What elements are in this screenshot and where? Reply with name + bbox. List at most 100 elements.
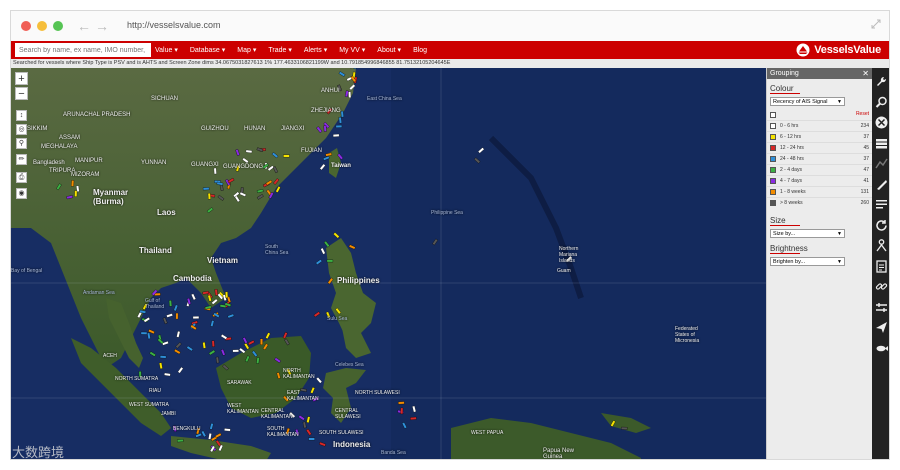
label-riau: RIAU (149, 388, 161, 394)
vessel-marker[interactable] (213, 167, 217, 175)
layers-icon[interactable] (874, 136, 889, 151)
person-icon[interactable] (874, 238, 889, 253)
legend-swatch-checkbox[interactable] (770, 134, 776, 140)
pan-icon[interactable]: ↕ (16, 110, 27, 121)
minimize-window-dot[interactable] (37, 21, 47, 31)
maximize-window-dot[interactable] (53, 21, 63, 31)
colour-select[interactable]: Recency of AIS Signal ▼ (770, 97, 845, 106)
legend-label: 24 - 48 hrs (780, 156, 804, 162)
reset-link[interactable]: Reset (856, 111, 869, 117)
document-icon[interactable] (874, 259, 889, 274)
legend-row[interactable]: 4 - 7 days 41 (767, 175, 872, 186)
vessel-marker[interactable] (323, 125, 327, 132)
vessel-marker[interactable] (224, 428, 231, 432)
link-icon[interactable] (874, 279, 889, 294)
vessel-marker[interactable] (211, 340, 215, 347)
vessel-marker[interactable] (283, 154, 290, 158)
pin-icon[interactable]: ◉ (16, 188, 27, 199)
legend-swatch-checkbox[interactable] (770, 200, 776, 206)
vessel-marker[interactable] (326, 259, 334, 263)
back-arrow-icon[interactable]: ← (77, 18, 91, 34)
fish-icon[interactable] (874, 341, 889, 356)
draw-icon[interactable]: ✏ (16, 154, 27, 165)
legend-row[interactable]: > 8 weeks 260 (767, 197, 872, 208)
vessel-map[interactable]: + − ↕ ◎ ⚲ ✏ ⎙ ◉ SICHUAN ANHUI ZHEJIANG A… (11, 68, 766, 459)
vessel-marker[interactable] (338, 116, 343, 124)
ruler-icon[interactable] (874, 300, 889, 315)
vessel-marker[interactable] (335, 124, 343, 128)
vessel-marker[interactable] (621, 426, 628, 430)
legend-swatch-checkbox[interactable] (770, 178, 776, 184)
zoom-in-button[interactable]: + (15, 72, 28, 85)
legend-row[interactable]: 0 - 6 hrs 234 (767, 120, 872, 131)
vessel-marker[interactable] (232, 349, 239, 353)
route-icon[interactable] (874, 156, 889, 171)
vessel-marker[interactable] (192, 316, 200, 319)
select-all-checkbox[interactable] (770, 112, 776, 118)
legend-row[interactable]: 24 - 48 hrs 37 (767, 153, 872, 164)
legend-label: 0 - 6 hrs (780, 123, 799, 129)
legend-swatch-checkbox[interactable] (770, 189, 776, 195)
refresh-icon[interactable] (874, 218, 889, 233)
legend-row[interactable]: 12 - 24 hrs 45 (767, 142, 872, 153)
label-meghalaya: MEGHALAYA (41, 144, 78, 150)
menu-item-4[interactable]: Alerts ▾ (304, 46, 327, 54)
vessel-marker[interactable] (202, 187, 210, 191)
zoom-box-icon[interactable]: ⚲ (16, 138, 27, 149)
size-section-rule (770, 225, 800, 226)
list-icon[interactable] (874, 197, 889, 212)
vessel-marker[interactable] (400, 407, 404, 415)
legend-swatch-checkbox[interactable] (770, 145, 776, 151)
vessel-marker[interactable] (245, 149, 253, 154)
vessel-marker[interactable] (175, 312, 179, 320)
legend-row[interactable]: 1 - 8 weeks 131 (767, 186, 872, 197)
vessel-marker[interactable] (140, 331, 148, 335)
legend-row[interactable]: 6 - 12 hrs 37 (767, 131, 872, 142)
address-bar[interactable]: http://vesselsvalue.com (127, 20, 221, 30)
vessel-marker[interactable] (177, 439, 184, 443)
forward-arrow-icon[interactable]: → (95, 18, 109, 34)
filter-icon[interactable] (874, 115, 889, 130)
vessel-marker[interactable] (168, 300, 173, 307)
vessel-marker[interactable] (348, 91, 352, 98)
vessel-marker[interactable] (332, 133, 340, 138)
close-icon[interactable]: ✕ (862, 68, 869, 79)
label-central-sulawesi: CENTRAL SULAWESI (335, 408, 361, 420)
legend-row[interactable]: 2 - 4 days 47 (767, 164, 872, 175)
vessel-marker[interactable] (260, 338, 263, 345)
vessel-marker[interactable] (398, 401, 405, 405)
zoom-out-button[interactable]: − (15, 87, 28, 100)
vessel-marker[interactable] (256, 357, 260, 364)
menu-item-2[interactable]: Map ▾ (237, 46, 256, 54)
vessel-marker[interactable] (159, 355, 167, 359)
brand-logo[interactable]: VesselsValue (796, 43, 881, 57)
legend-swatch-checkbox[interactable] (770, 167, 776, 173)
brightness-select[interactable]: Brighten by... ▼ (770, 257, 845, 266)
print-icon[interactable]: ⎙ (16, 172, 27, 183)
vessel-marker[interactable] (207, 192, 211, 200)
vessel-marker[interactable] (410, 416, 417, 421)
vessel-search-input[interactable] (15, 43, 151, 57)
close-window-dot[interactable] (21, 21, 31, 31)
wrench-icon[interactable] (874, 74, 889, 89)
menu-item-7[interactable]: Blog (413, 47, 427, 54)
vessel-marker[interactable] (308, 437, 315, 441)
locate-icon[interactable]: ◎ (16, 124, 27, 135)
menu-item-1[interactable]: Database ▾ (190, 46, 225, 54)
legend-swatch-checkbox[interactable] (770, 123, 776, 129)
search-icon[interactable] (874, 95, 889, 110)
expand-icon[interactable] (871, 19, 881, 29)
vessel-marker[interactable] (225, 291, 229, 299)
size-select[interactable]: Size by... ▼ (770, 229, 845, 238)
vessel-marker[interactable] (340, 110, 344, 118)
menu-item-3[interactable]: Trade ▾ (268, 46, 292, 54)
menu-item-0[interactable]: Value ▾ (155, 46, 178, 54)
plane-icon[interactable] (874, 320, 889, 335)
vessel-marker[interactable] (74, 190, 78, 197)
vessel-marker[interactable] (214, 288, 219, 296)
menu-item-5[interactable]: My VV ▾ (339, 46, 365, 54)
menu-item-6[interactable]: About ▾ (377, 46, 401, 54)
vessel-marker[interactable] (71, 180, 75, 187)
vessel-icon[interactable] (874, 177, 889, 192)
legend-swatch-checkbox[interactable] (770, 156, 776, 162)
